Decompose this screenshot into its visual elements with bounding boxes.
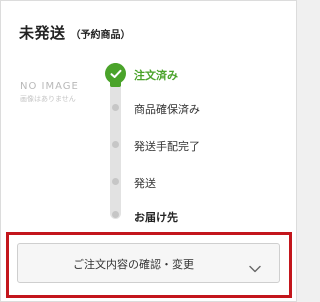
step-pending-dot-icon xyxy=(112,211,119,218)
product-image-placeholder: NO IMAGE 画像はありません xyxy=(20,81,100,104)
chevron-down-icon xyxy=(249,258,261,277)
step-label-reserved: 商品確保済み xyxy=(134,103,200,116)
step-label-ordered: 注文済み xyxy=(134,69,178,82)
no-image-label: NO IMAGE xyxy=(20,81,79,92)
step-label-shipped: 発送 xyxy=(134,177,156,190)
step-pending-dot-icon xyxy=(112,104,119,111)
step-label-shipping-arranged: 発送手配完了 xyxy=(134,140,200,153)
step-done-check-icon xyxy=(105,63,126,84)
order-status-card: 未発送 （予約商品） NO IMAGE 画像はありません 注文済み 商品確保済み… xyxy=(0,0,297,302)
status-heading: 未発送 xyxy=(19,24,66,42)
step-pending-dot-icon xyxy=(112,178,119,185)
status-subheading: （予約商品） xyxy=(70,30,131,41)
step-label-delivery-address: お届け先 xyxy=(134,211,178,224)
no-image-sublabel: 画像はありません xyxy=(20,95,76,103)
step-pending-dot-icon xyxy=(112,141,119,148)
order-status-title: 未発送 （予約商品） xyxy=(19,22,131,43)
confirm-order-label: ご注文内容の確認・変更 xyxy=(73,258,194,271)
confirm-order-button[interactable]: ご注文内容の確認・変更 xyxy=(17,243,280,283)
